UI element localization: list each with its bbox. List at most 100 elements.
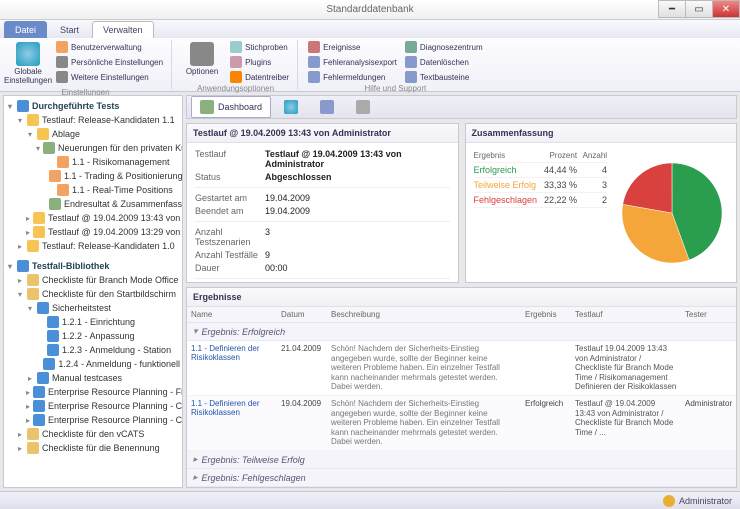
leaf-icon <box>49 198 61 210</box>
tree-item[interactable]: Checkliste für den Startbildschirm <box>42 289 176 299</box>
report-icon <box>308 41 320 53</box>
tree-item[interactable]: Testlauf: Release-Kandidaten 1.0 <box>42 241 175 251</box>
folder-icon <box>27 240 39 252</box>
user-icon <box>56 41 68 53</box>
status-user: Administrator <box>679 496 732 506</box>
results-header: Ergebnisse <box>187 288 736 307</box>
tab-manage[interactable]: Verwalten <box>92 21 154 38</box>
tree-item[interactable]: 1.1 - Trading & Positionierung <box>64 171 183 181</box>
content-tabs: Dashboard <box>186 95 737 119</box>
folder-icon <box>17 100 29 112</box>
tree-item[interactable]: Testlauf @ 19.04.2009 13:29 von Administ… <box>48 227 183 237</box>
results-section[interactable]: ▸Ergebnis: Teilweise Erfolg <box>187 451 736 469</box>
results-section[interactable]: ▸Ergebnis: Fehlgeschlagen <box>187 469 736 487</box>
item-icon <box>57 184 69 196</box>
summary-header: Zusammenfassung <box>466 124 737 143</box>
text-blocks-button[interactable]: Textbausteine <box>403 70 485 84</box>
samples-button[interactable]: Stichproben <box>228 40 291 54</box>
results-section[interactable]: ▾Ergebnis: Erfolgreich <box>187 323 736 341</box>
window-title: Standarddatenbank <box>326 4 413 15</box>
close-button[interactable]: ✕ <box>712 0 740 18</box>
detail-panel: Testlauf @ 19.04.2009 13:43 von Administ… <box>186 123 459 283</box>
folder-icon <box>37 302 49 314</box>
tree-item[interactable]: 1.2.1 - Einrichtung <box>62 317 135 327</box>
navigation-tree[interactable]: ▾Durchgeführte Tests ▾Testlauf: Release-… <box>3 95 183 488</box>
gear-icon <box>56 71 68 83</box>
folder-icon <box>37 372 49 384</box>
tree-item[interactable]: Enterprise Resource Planning - Financial… <box>48 387 183 397</box>
item-icon <box>47 316 59 328</box>
document-icon <box>230 41 242 53</box>
tree-item[interactable]: Neuerungen für den privaten Kunden <box>58 143 183 153</box>
tree-item[interactable]: Ablage <box>52 129 80 139</box>
diagnostics-icon <box>405 41 417 53</box>
summary-row: Erfolgreich44,44 %4 <box>474 163 608 178</box>
results-row[interactable]: 1.1 - Definieren der Risikoklassen21.04.… <box>187 341 736 396</box>
tab-list[interactable] <box>311 96 343 118</box>
tree-item[interactable]: Checkliste für Branch Mode Office <box>42 275 178 285</box>
plugins-button[interactable]: Plugins <box>228 55 291 69</box>
global-settings-button[interactable]: Globale Einstellungen <box>6 40 50 88</box>
more-settings-button[interactable]: Weitere Einstellungen <box>54 70 165 84</box>
data-drivers-button[interactable]: Datentreiber <box>228 70 291 84</box>
tree-item[interactable]: Testlauf: Release-Kandidaten 1.1 <box>42 115 175 125</box>
result-pie-chart <box>615 149 728 276</box>
tab-world[interactable] <box>275 96 307 118</box>
tree-item[interactable]: Testfall-Bibliothek <box>32 261 109 271</box>
tab-file[interactable]: Datei <box>4 21 47 38</box>
error-messages-button[interactable]: Fehlermeldungen <box>306 70 399 84</box>
tree-item[interactable]: Enterprise Resource Planning - Corporate… <box>48 415 183 425</box>
tree-item[interactable]: 1.1 - Real-Time Positions <box>72 185 173 195</box>
data-delete-button[interactable]: Datenlöschen <box>403 55 485 69</box>
grid-icon <box>356 100 370 114</box>
folder-icon <box>17 260 29 272</box>
tree-item[interactable]: Checkliste für den vCATS <box>42 429 144 439</box>
personal-settings-button[interactable]: Persönliche Einstellungen <box>54 55 165 69</box>
tree-item[interactable]: Checkliste für die Benennung <box>42 443 160 453</box>
folder-icon <box>27 442 39 454</box>
dashboard-icon <box>200 100 214 114</box>
plug-icon <box>230 56 242 68</box>
user-management-button[interactable]: Benutzerverwaltung <box>54 40 165 54</box>
tree-item[interactable]: 1.2.4 - Anmeldung - funktionell <box>58 359 180 369</box>
title-bar: Standarddatenbank ━ ▭ ✕ <box>0 0 740 20</box>
folder-icon <box>33 226 45 238</box>
maximize-button[interactable]: ▭ <box>685 0 713 18</box>
tree-item[interactable]: Durchgeführte Tests <box>32 101 119 111</box>
tree-item[interactable]: 1.1 - Risikomanagement <box>72 157 170 167</box>
document-icon <box>308 71 320 83</box>
summary-row: Teilweise Erfolg33,33 %3 <box>474 178 608 193</box>
minimize-button[interactable]: ━ <box>658 0 686 18</box>
tree-item[interactable]: Testlauf @ 19.04.2009 13:43 von Administ… <box>48 213 183 223</box>
options-button[interactable]: Optionen <box>180 40 224 84</box>
tree-item[interactable]: Endresultat & Zusammenfassung <box>64 199 183 209</box>
trash-icon <box>405 56 417 68</box>
tree-item[interactable]: Manual testcases <box>52 373 122 383</box>
summary-table: ErgebnisProzentAnzahl Erfolgreich44,44 %… <box>474 149 608 276</box>
gear-icon <box>190 42 214 66</box>
export-icon <box>308 56 320 68</box>
tab-dashboard[interactable]: Dashboard <box>191 96 271 118</box>
tab-grid[interactable] <box>347 96 379 118</box>
folder-icon <box>33 414 45 426</box>
tree-item[interactable]: Sicherheitstest <box>52 303 111 313</box>
results-panel: Ergebnisse Name Datum Beschreibung Ergeb… <box>186 287 737 488</box>
ribbon: Globale Einstellungen Benutzerverwaltung… <box>0 38 740 92</box>
database-icon <box>230 71 242 83</box>
error-export-button[interactable]: Fehleranalysisexport <box>306 55 399 69</box>
folder-icon <box>33 400 45 412</box>
summary-panel: Zusammenfassung ErgebnisProzentAnzahl Er… <box>465 123 738 283</box>
tab-start[interactable]: Start <box>49 21 90 38</box>
globe-icon <box>284 100 298 114</box>
tree-item[interactable]: 1.2.3 - Anmeldung - Station <box>62 345 171 355</box>
tree-item[interactable]: Enterprise Resource Planning - Capital M… <box>48 401 183 411</box>
summary-row: Fehlgeschlagen22,22 %2 <box>474 193 608 208</box>
item-icon <box>47 330 59 342</box>
user-icon <box>663 495 675 507</box>
gear-icon <box>56 56 68 68</box>
tree-item[interactable]: 1.2.2 - Anpassung <box>62 331 135 341</box>
results-row[interactable]: 1.1 - Definieren der Risikoklassen19.04.… <box>187 396 736 451</box>
text-icon <box>405 71 417 83</box>
diagnostics-button[interactable]: Diagnosezentrum <box>403 40 485 54</box>
events-button[interactable]: Ereignisse <box>306 40 399 54</box>
